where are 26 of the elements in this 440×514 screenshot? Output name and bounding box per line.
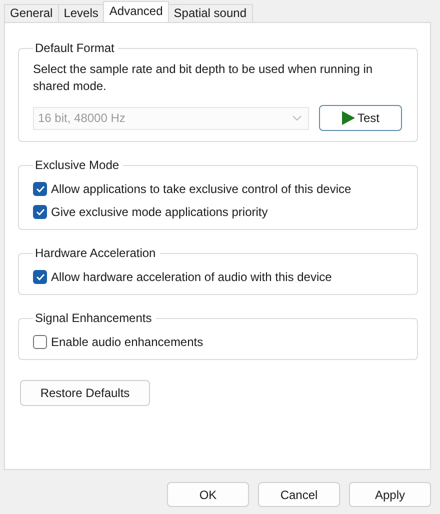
restore-defaults-button[interactable]: Restore Defaults xyxy=(20,380,150,406)
dialog-button[interactable]: OK xyxy=(167,482,249,507)
dialog-button[interactable]: Cancel xyxy=(258,482,340,507)
group-title: Signal Enhancements xyxy=(34,311,153,325)
checkbox[interactable] xyxy=(33,205,47,219)
group-title: Exclusive Mode xyxy=(34,158,120,172)
checkbox-label: Allow hardware acceleration of audio with this device xyxy=(51,270,332,284)
checkbox-label: Enable audio enhancements xyxy=(51,335,204,349)
tab[interactable]: Advanced xyxy=(103,1,169,22)
checkbox[interactable] xyxy=(33,270,47,284)
checkmark-icon xyxy=(36,185,44,193)
checkbox[interactable] xyxy=(33,182,47,196)
play-icon xyxy=(341,111,356,125)
checkbox-label: Give exclusive mode applications priority xyxy=(51,205,268,219)
checkbox-label: Allow applications to take exclusive control of this device xyxy=(51,182,352,196)
checkbox[interactable] xyxy=(33,335,47,349)
checkmark-icon xyxy=(36,208,44,216)
tab[interactable]: Spatial sound xyxy=(168,4,252,22)
test-button[interactable]: Test xyxy=(319,105,402,131)
checkmark-icon xyxy=(36,273,44,281)
group-title: Hardware Acceleration xyxy=(34,246,157,260)
chevron-down-icon xyxy=(292,115,302,121)
group-title: Default Format xyxy=(34,41,116,55)
tab[interactable]: General xyxy=(4,4,59,22)
dialog-button[interactable]: Apply xyxy=(349,482,431,507)
description-text: Select the sample rate and bit depth to be used when running in shared mode. xyxy=(33,61,374,95)
